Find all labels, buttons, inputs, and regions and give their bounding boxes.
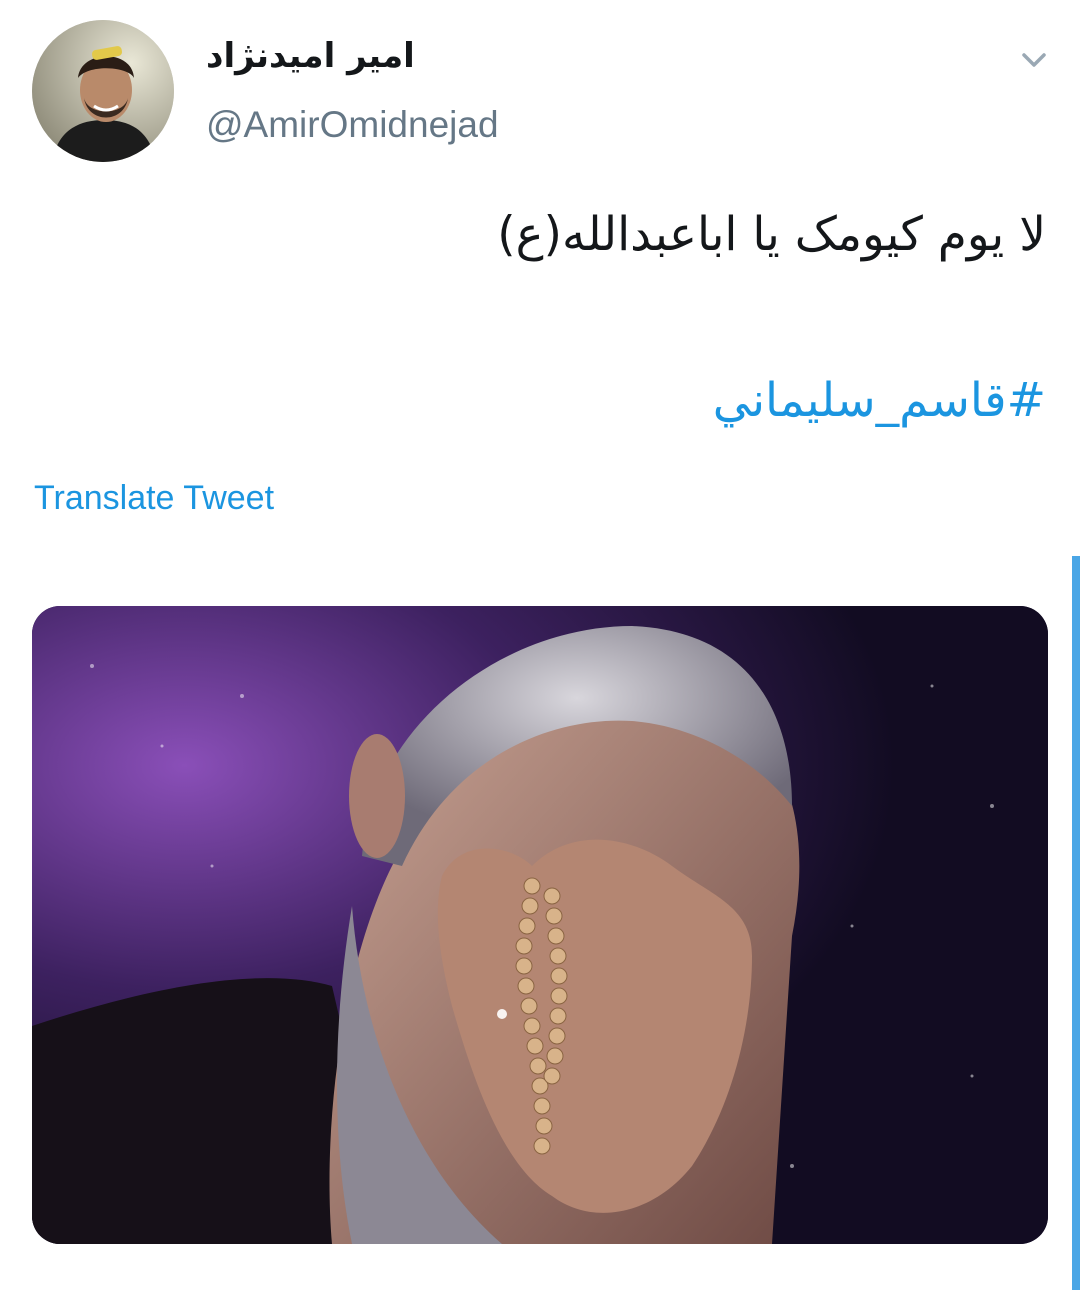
chevron-down-icon[interactable] (1014, 40, 1054, 80)
author-avatar[interactable] (32, 20, 174, 162)
photo-image (32, 606, 1048, 1244)
translate-tweet-link[interactable]: Translate Tweet (34, 476, 274, 520)
tweet-media-photo[interactable] (32, 606, 1048, 1244)
author-handle[interactable]: @AmirOmidnejad (206, 100, 499, 150)
scroll-indicator[interactable] (1072, 556, 1080, 1290)
hashtag-link[interactable]: #قاسم_سليماني (713, 366, 1046, 436)
author-display-name[interactable]: امیر امیدنژاد (206, 32, 415, 80)
avatar-image (32, 20, 174, 162)
tweet-text: لا یوم کیومک یا اباعبدالله(ع) (497, 207, 1046, 262)
